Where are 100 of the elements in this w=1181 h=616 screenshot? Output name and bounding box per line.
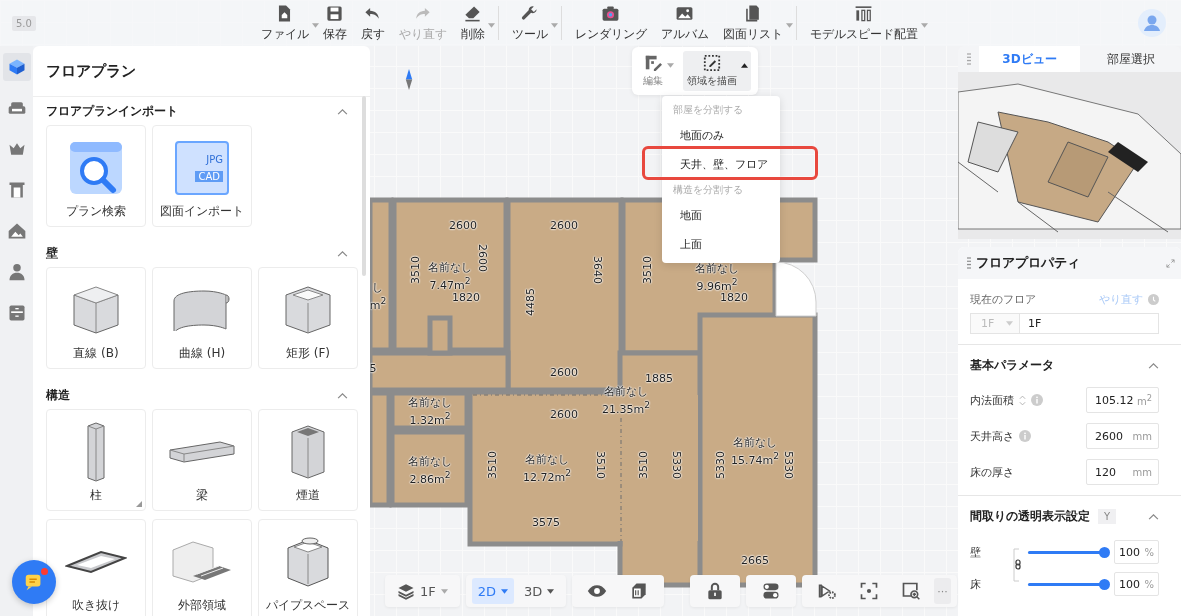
dimension-label: 3510 (485, 451, 499, 479)
link-icon[interactable] (1013, 548, 1023, 582)
view-mode-button[interactable]: 3D (518, 578, 561, 604)
tool-card[interactable]: 直線 (B) (46, 267, 146, 369)
tool-card[interactable]: パイプスペース (258, 519, 358, 616)
drag-handle-icon[interactable] (967, 53, 971, 65)
icon-caption: CAD (195, 170, 223, 182)
section-title: 壁 (46, 244, 58, 262)
panel-title: フロアプラン (33, 46, 370, 97)
tool-card[interactable]: 梁 (152, 409, 252, 511)
room-label: 名前なし 1.32m$^{2}$ (408, 395, 452, 427)
focus-icon (859, 581, 880, 601)
dimension-label: 3575 (532, 515, 560, 529)
caret-icon (550, 22, 558, 28)
percent-field[interactable]: 100 % (1114, 540, 1159, 564)
layers-icon (397, 582, 415, 600)
sidebar-tab[interactable] (2, 53, 31, 81)
dimension-label: 3510 (640, 256, 654, 284)
dimension-label: 3510 (636, 451, 650, 479)
drag-handle-icon[interactable] (967, 257, 971, 269)
toolbar-button[interactable]: アルバム (653, 3, 716, 43)
compass-icon (405, 68, 413, 91)
panel-title: フロアプロパティ (976, 254, 1080, 272)
room-label: 名前なし 9.96m$^{2}$ (695, 261, 739, 293)
flue-icon (290, 423, 326, 480)
tool-card[interactable]: 曲線 (H) (152, 267, 252, 369)
chevron-icon[interactable] (337, 391, 348, 399)
tool-card[interactable]: 外部領域 (152, 519, 252, 616)
tool-card[interactable]: 矩形 (F) (258, 267, 358, 369)
expand-icon[interactable] (1166, 258, 1175, 268)
wrench-icon (520, 3, 540, 23)
floor-name-field[interactable]: 1F (1020, 313, 1159, 334)
dimension-label: 2600 (449, 218, 477, 232)
slider[interactable] (1028, 578, 1108, 590)
toolbar-button[interactable]: モデルスピード配置 (802, 3, 925, 43)
curved-wall-icon (172, 288, 232, 331)
chevron-icon[interactable] (1148, 361, 1159, 369)
room-label: 名前なし 12.72m$^{2}$ (523, 452, 571, 484)
tool-card[interactable]: 柱 (46, 409, 146, 511)
dimension-label: 5330 (669, 451, 683, 479)
caret-icon (1006, 321, 1013, 326)
tool-card[interactable]: プラン検索 (46, 125, 146, 227)
toolbar-button[interactable]: ツール (504, 3, 555, 43)
dimension-label: 3510 (593, 451, 607, 479)
tool-button[interactable]: 領域を描画 (683, 51, 751, 91)
camera-icon (601, 3, 621, 23)
scrollbar[interactable] (362, 96, 366, 276)
field-label: 現在のフロア (970, 291, 1036, 307)
slider-label: 床 (970, 576, 982, 592)
chevron-icon[interactable] (1148, 512, 1159, 520)
menu-item[interactable]: 天井、壁、フロア (662, 150, 780, 179)
floor-selector[interactable]: 1F (391, 578, 454, 604)
pipe-space-icon (286, 535, 330, 588)
section-title: フロアプランインポート (46, 102, 178, 120)
dimension-label: 3640 (590, 256, 604, 284)
number-field[interactable]: 120 mm (1086, 459, 1159, 485)
user-avatar[interactable] (1138, 9, 1166, 37)
tool-card[interactable]: JPG CAD 図面インポート (152, 125, 252, 227)
view-tab[interactable]: 部屋選択 (1080, 46, 1181, 72)
tool-card[interactable]: 煙道 (258, 409, 358, 511)
field-label: 天井高さ (970, 428, 1014, 444)
section-title: 構造 (46, 386, 70, 404)
icon-caption: JPG (206, 153, 223, 165)
dashed-area-icon (703, 54, 721, 72)
toolbar-button[interactable]: 削除 (453, 3, 492, 43)
shortcut-badge: Y (1098, 508, 1117, 524)
beam-icon (168, 439, 236, 464)
toolbar-button[interactable]: ファイル (253, 3, 316, 43)
toolbar-button[interactable]: 戻す (353, 3, 392, 43)
chevron-icon[interactable] (337, 249, 348, 257)
tool-button[interactable]: 編集 (639, 51, 677, 91)
caret-icon (547, 588, 555, 594)
room-label: 名前なし 15.74m$^{2}$ (731, 435, 779, 467)
dimension-label: 5330 (781, 451, 795, 479)
room-label: 名前なし 7.47m$^{2}$ (428, 260, 472, 292)
percent-field[interactable]: 100 % (1114, 572, 1159, 596)
caret-icon (487, 22, 495, 28)
menu-item[interactable]: 上面 (662, 230, 780, 259)
caret-icon (920, 22, 928, 28)
grid-edit-icon (644, 54, 662, 72)
menu-item[interactable]: 地面 (662, 201, 780, 230)
dimension-label: 1820 (720, 290, 748, 304)
caret-icon (311, 22, 319, 28)
person-icon (1138, 9, 1166, 37)
chevron-icon[interactable] (337, 107, 348, 115)
toolbar-button[interactable]: レンダリング (567, 3, 654, 43)
caret-icon (741, 63, 748, 68)
number-field[interactable]: 105.12 m$^{2}$ (1086, 387, 1159, 413)
toolbar-button[interactable]: 保存 (315, 3, 354, 43)
number-field[interactable]: 2600 mm (1086, 423, 1159, 449)
menu-section-label: 構造を分割する (672, 183, 744, 197)
dimension-label: 1820 (452, 290, 480, 304)
menu-item[interactable]: 地面のみ (662, 121, 780, 150)
menu-section-label: 部屋を分割する (672, 103, 744, 117)
floor-opening-icon (65, 549, 127, 574)
caret-icon (440, 588, 448, 594)
section-title: 基本パラメータ (970, 356, 1054, 374)
view-tab[interactable]: 3Dビュー (979, 46, 1080, 72)
toolbar-button[interactable]: 図面リスト (715, 3, 790, 43)
slider[interactable] (1028, 546, 1108, 558)
